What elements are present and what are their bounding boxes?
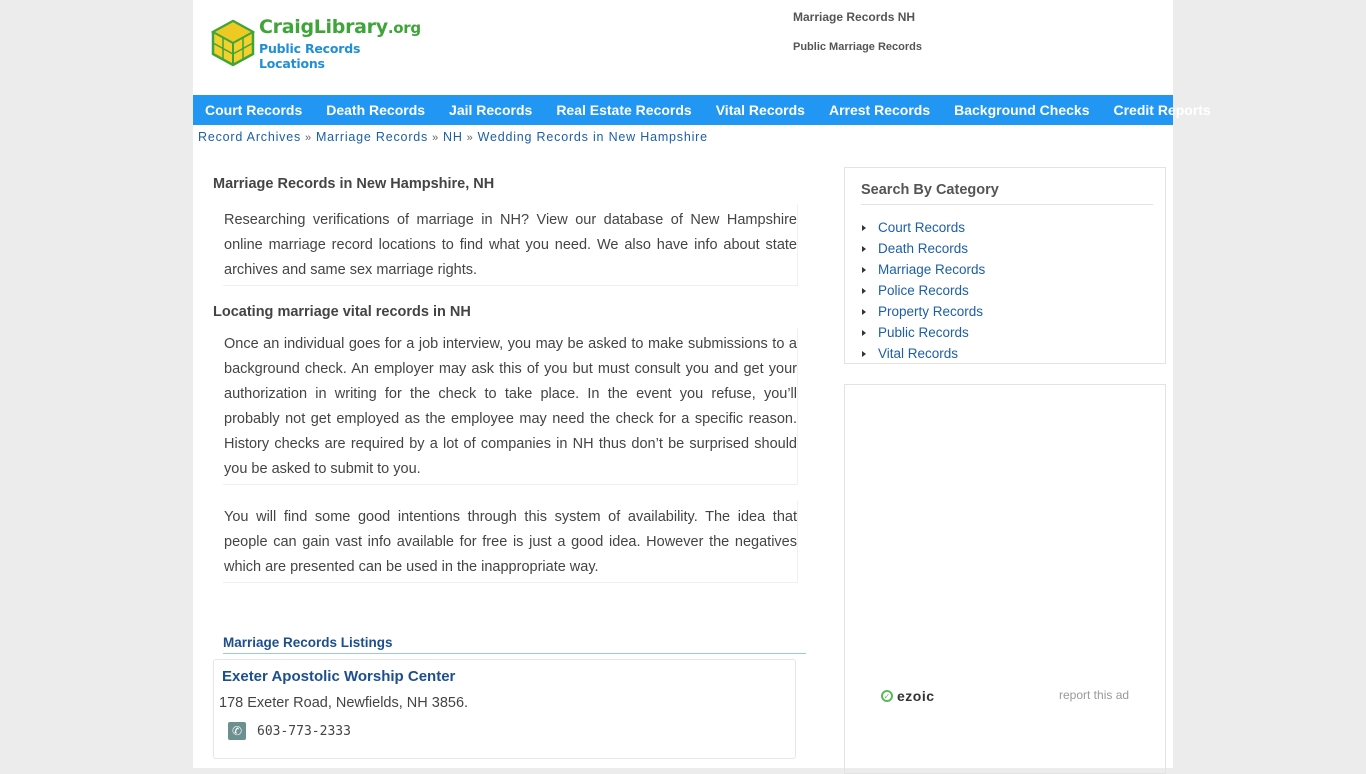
listing-phone: ✆ 603-773-2333 [228,722,787,740]
category-property-records[interactable]: Property Records [878,304,983,319]
caret-right-icon [862,287,866,294]
header-link-public-marriage[interactable]: Public Marriage Records [793,41,922,53]
nav-jail-records[interactable]: Jail Records [449,102,532,118]
caret-right-icon [862,224,866,231]
category-vital-records[interactable]: Vital Records [878,346,958,361]
listing-name-link[interactable]: Exeter Apostolic Worship Center [222,668,787,685]
phone-number[interactable]: 603-773-2333 [257,724,351,739]
main-nav: Court Records Death Records Jail Records… [193,95,1211,125]
breadcrumb-separator: » [466,132,474,144]
category-public-records[interactable]: Public Records [878,325,969,340]
page-container: CraigLibrary.org Public Records Location… [193,0,1211,774]
nav-court-records[interactable]: Court Records [205,102,302,118]
ezoic-logo-icon: ✓ [881,690,893,702]
nav-background-checks[interactable]: Background Checks [954,102,1089,118]
listing-card: Exeter Apostolic Worship Center 178 Exet… [213,659,796,759]
caret-right-icon [862,266,866,273]
category-item: Public Records [861,322,1151,343]
ezoic-brand: ezoic [897,688,935,704]
ezoic-badge[interactable]: ✓ ezoic [881,688,935,704]
header-link-marriage-nh[interactable]: Marriage Records NH [793,10,922,24]
breadcrumb: Record Archives» Marriage Records» NH» Wedd… [198,130,708,144]
breadcrumb-separator: » [305,132,312,144]
nav-credit-reports[interactable]: Credit Reports [1113,102,1210,118]
category-widget: Search By Category Court Records Death R… [844,167,1166,364]
breadcrumb-record-archives[interactable]: Record Archives [198,130,301,144]
breadcrumb-separator: » [432,132,439,144]
category-item: Property Records [861,301,1151,322]
category-item: Court Records [861,217,1151,238]
report-ad-link[interactable]: report this ad [1059,688,1129,702]
breadcrumb-nh[interactable]: NH [443,130,463,144]
caret-right-icon [862,308,866,315]
category-police-records[interactable]: Police Records [878,283,969,298]
ad-container: ✓ ezoic report this ad [844,384,1166,774]
nav-death-records[interactable]: Death Records [326,102,425,118]
category-item: Death Records [861,238,1151,259]
listing-address: 178 Exeter Road, Newfields, NH 3856. [219,695,469,711]
phone-icon: ✆ [228,722,246,740]
category-court-records[interactable]: Court Records [878,220,965,235]
site-logo[interactable]: CraigLibrary.org Public Records Location… [209,15,421,71]
caret-right-icon [862,245,866,252]
intro-paragraph: Researching verifications of marriage in… [223,204,798,286]
header-links: Marriage Records NH Public Marriage Reco… [793,10,922,53]
section-heading: Locating marriage vital records in NH [213,304,471,320]
caret-right-icon [862,350,866,357]
logo-tld: .org [387,18,421,37]
widget-title: Search By Category [861,182,1153,205]
category-death-records[interactable]: Death Records [878,241,968,256]
category-item: Vital Records [861,343,1151,364]
category-list: Court Records Death Records Marriage Rec… [861,217,1151,364]
page-title: Marriage Records in New Hampshire, NH [213,176,495,192]
caret-right-icon [862,329,866,336]
category-item: Marriage Records [861,259,1151,280]
body-paragraph-1: Once an individual goes for a job interv… [223,328,798,485]
listings-heading: Marriage Records Listings [223,635,806,654]
category-item: Police Records [861,280,1151,301]
breadcrumb-marriage-records[interactable]: Marriage Records [316,130,428,144]
category-marriage-records[interactable]: Marriage Records [878,262,985,277]
logo-name: CraigLibrary [259,15,388,38]
nav-arrest-records[interactable]: Arrest Records [829,102,930,118]
nav-vital-records[interactable]: Vital Records [716,102,805,118]
cube-logo-icon [210,19,256,67]
logo-tagline: Public Records Locations [259,40,361,71]
breadcrumb-current-page[interactable]: Wedding Records in New Hampshire [478,130,708,144]
nav-real-estate-records[interactable]: Real Estate Records [556,102,691,118]
main-content: Marriage Records in New Hampshire, NH Re… [213,170,806,759]
body-paragraph-2: You will find some good intentions throu… [223,501,798,583]
